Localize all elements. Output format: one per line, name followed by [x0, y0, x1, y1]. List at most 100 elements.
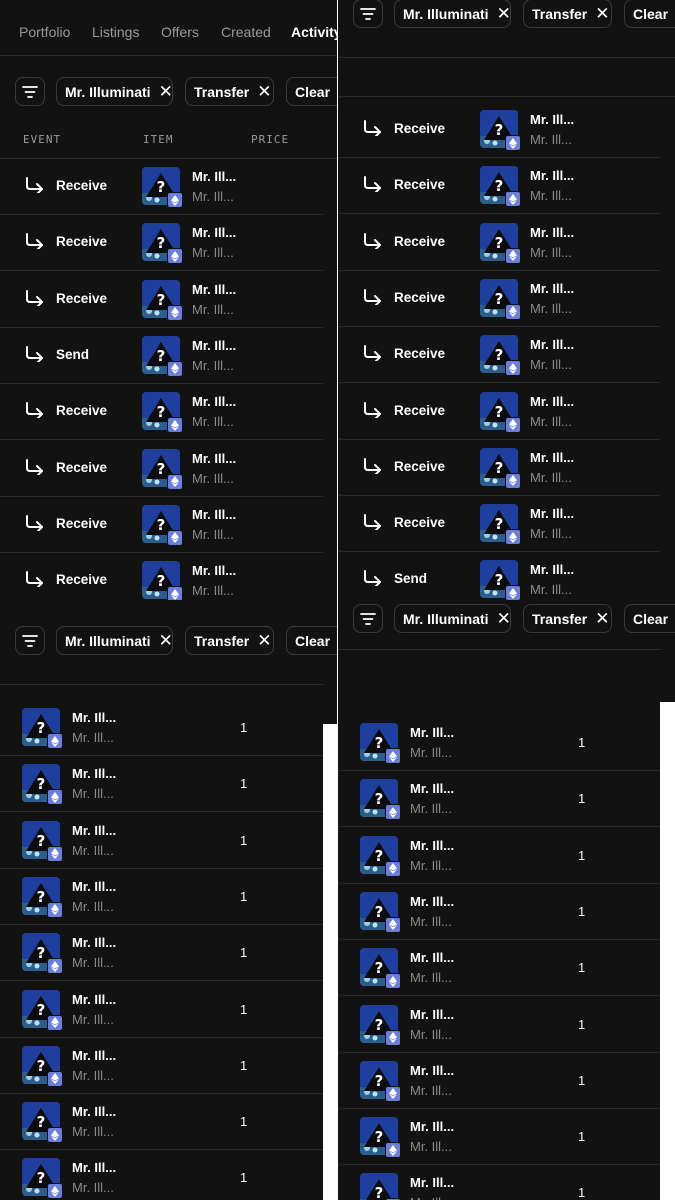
table-row[interactable]: ? Mr. Ill... Mr. Ill... 1	[338, 1053, 660, 1109]
item-name[interactable]: Mr. Ill...	[530, 281, 574, 296]
item-name[interactable]: Mr. Ill...	[530, 112, 574, 127]
item-name[interactable]: Mr. Ill...	[410, 1175, 454, 1190]
item-name[interactable]: Mr. Ill...	[192, 282, 236, 297]
item-name[interactable]: Mr. Ill...	[72, 992, 116, 1007]
table-row[interactable]: Receive? Mr. Ill... Mr. Ill...	[0, 272, 323, 328]
close-icon[interactable]: ✕	[497, 609, 511, 629]
filter-chip-event-type[interactable]: Transfer ✕	[523, 0, 612, 28]
table-row[interactable]: ? Mr. Ill... Mr. Ill... 1	[338, 940, 660, 997]
item-name[interactable]: Mr. Ill...	[410, 1007, 454, 1022]
table-row[interactable]: ? Mr. Ill... Mr. Ill... 1	[338, 771, 660, 828]
item-name[interactable]: Mr. Ill...	[192, 451, 236, 466]
table-row[interactable]: ? Mr. Ill... Mr. Ill... 1	[0, 1094, 323, 1151]
tab-activity[interactable]: Activity	[291, 24, 337, 40]
item-name[interactable]: Mr. Ill...	[410, 1119, 454, 1134]
item-name[interactable]: Mr. Ill...	[192, 338, 236, 353]
table-row[interactable]: ? Mr. Ill... Mr. Ill... 1	[338, 1165, 660, 1200]
item-name[interactable]: Mr. Ill...	[72, 935, 116, 950]
tab-portfolio[interactable]: Portfolio	[19, 24, 70, 40]
filter-button[interactable]	[353, 604, 383, 633]
table-row[interactable]: Receive? Mr. Ill... Mr. Ill...	[0, 553, 323, 600]
item-name[interactable]: Mr. Ill...	[192, 563, 236, 578]
filter-chip-collection[interactable]: Mr. Illuminati ✕	[394, 0, 511, 28]
close-icon[interactable]: ✕	[257, 82, 271, 102]
item-name[interactable]: Mr. Ill...	[530, 337, 574, 352]
item-name[interactable]: Mr. Ill...	[530, 168, 574, 183]
item-name[interactable]: Mr. Ill...	[72, 879, 116, 894]
close-icon[interactable]: ✕	[257, 631, 271, 651]
table-row[interactable]: ? Mr. Ill... Mr. Ill... 1	[0, 756, 323, 813]
table-row[interactable]: Receive? Mr. Ill... Mr. Ill...	[0, 159, 323, 215]
filter-chip-event-type[interactable]: Transfer ✕	[523, 604, 612, 633]
table-row[interactable]: ? Mr. Ill... Mr. Ill... 1	[0, 869, 323, 925]
tab-created[interactable]: Created	[221, 24, 271, 40]
table-row[interactable]: Send? Mr. Ill... Mr. Ill...	[338, 552, 660, 600]
item-name[interactable]: Mr. Ill...	[410, 950, 454, 965]
item-name[interactable]: Mr. Ill...	[192, 507, 236, 522]
table-row[interactable]: Receive? Mr. Ill... Mr. Ill...	[0, 441, 323, 497]
item-name[interactable]: Mr. Ill...	[192, 225, 236, 240]
table-row[interactable]: Receive? Mr. Ill... Mr. Ill...	[338, 102, 660, 158]
item-name[interactable]: Mr. Ill...	[192, 169, 236, 184]
table-row[interactable]: ? Mr. Ill... Mr. Ill... 1	[0, 813, 323, 869]
table-row[interactable]: ? Mr. Ill... Mr. Ill... 1	[338, 884, 660, 940]
item-name[interactable]: Mr. Ill...	[72, 823, 116, 838]
table-row[interactable]: ? Mr. Ill... Mr. Ill... 1	[338, 1109, 660, 1166]
item-thumbnail[interactable]: ?	[360, 1173, 398, 1200]
close-icon[interactable]: ✕	[497, 4, 511, 24]
table-row[interactable]: Receive? Mr. Ill... Mr. Ill...	[338, 271, 660, 327]
clear-filters-button[interactable]: Clear	[286, 626, 337, 655]
clear-filters-button[interactable]: Clear	[286, 77, 337, 106]
close-icon[interactable]: ✕	[159, 631, 173, 651]
table-row[interactable]: Receive? Mr. Ill... Mr. Ill...	[0, 384, 323, 441]
clear-filters-button[interactable]: Clear	[624, 604, 675, 633]
item-name[interactable]: Mr. Ill...	[530, 506, 574, 521]
close-icon[interactable]: ✕	[595, 4, 609, 24]
table-row[interactable]: Send? Mr. Ill... Mr. Ill...	[0, 328, 323, 384]
item-name[interactable]: Mr. Ill...	[410, 894, 454, 909]
table-row[interactable]: Receive? Mr. Ill... Mr. Ill...	[338, 384, 660, 440]
filter-chip-event-type[interactable]: Transfer ✕	[185, 77, 274, 106]
table-row[interactable]: ? Mr. Ill... Mr. Ill... 1	[0, 982, 323, 1038]
item-name[interactable]: Mr. Ill...	[410, 838, 454, 853]
table-row[interactable]: Receive? Mr. Ill... Mr. Ill...	[338, 327, 660, 384]
clear-filters-button[interactable]: Clear	[624, 0, 675, 28]
filter-chip-collection[interactable]: Mr. Illuminati ✕	[56, 626, 173, 655]
item-name[interactable]: Mr. Ill...	[192, 394, 236, 409]
item-name[interactable]: Mr. Ill...	[530, 225, 574, 240]
table-row[interactable]: Receive? Mr. Ill... Mr. Ill...	[0, 497, 323, 553]
filter-button[interactable]	[15, 626, 45, 655]
filter-button[interactable]	[15, 77, 45, 106]
table-row[interactable]: Receive? Mr. Ill... Mr. Ill...	[338, 158, 660, 215]
tab-offers[interactable]: Offers	[161, 24, 199, 40]
filter-chip-event-type[interactable]: Transfer ✕	[185, 626, 274, 655]
item-name[interactable]: Mr. Ill...	[72, 1104, 116, 1119]
item-name[interactable]: Mr. Ill...	[530, 394, 574, 409]
item-name[interactable]: Mr. Ill...	[530, 562, 574, 577]
item-name[interactable]: Mr. Ill...	[72, 1048, 116, 1063]
table-row[interactable]: ? Mr. Ill... Mr. Ill... 1	[338, 715, 660, 771]
table-row[interactable]: ? Mr. Ill... Mr. Ill... 1	[0, 1150, 323, 1200]
item-name[interactable]: Mr. Ill...	[72, 1160, 116, 1175]
item-name[interactable]: Mr. Ill...	[72, 710, 116, 725]
item-name[interactable]: Mr. Ill...	[72, 766, 116, 781]
table-row[interactable]: ? Mr. Ill... Mr. Ill... 1	[0, 700, 323, 756]
table-row[interactable]: Receive? Mr. Ill... Mr. Ill...	[338, 496, 660, 553]
item-name[interactable]: Mr. Ill...	[530, 450, 574, 465]
close-icon[interactable]: ✕	[595, 609, 609, 629]
table-row[interactable]: Receive? Mr. Ill... Mr. Ill...	[0, 215, 323, 272]
table-row[interactable]: ? Mr. Ill... Mr. Ill... 1	[338, 997, 660, 1053]
filter-chip-collection[interactable]: Mr. Illuminati ✕	[56, 77, 173, 106]
table-row[interactable]: ? Mr. Ill... Mr. Ill... 1	[338, 828, 660, 884]
filter-button[interactable]	[353, 0, 383, 28]
item-name[interactable]: Mr. Ill...	[410, 1063, 454, 1078]
close-icon[interactable]: ✕	[159, 82, 173, 102]
table-row[interactable]: ? Mr. Ill... Mr. Ill... 1	[0, 925, 323, 982]
tab-listings[interactable]: Listings	[92, 24, 139, 40]
table-row[interactable]: Receive? Mr. Ill... Mr. Ill...	[338, 440, 660, 496]
item-name[interactable]: Mr. Ill...	[410, 781, 454, 796]
filter-chip-collection[interactable]: Mr. Illuminati ✕	[394, 604, 511, 633]
table-row[interactable]: ? Mr. Ill... Mr. Ill... 1	[0, 1038, 323, 1094]
table-row[interactable]: Receive? Mr. Ill... Mr. Ill...	[338, 215, 660, 271]
item-name[interactable]: Mr. Ill...	[410, 725, 454, 740]
